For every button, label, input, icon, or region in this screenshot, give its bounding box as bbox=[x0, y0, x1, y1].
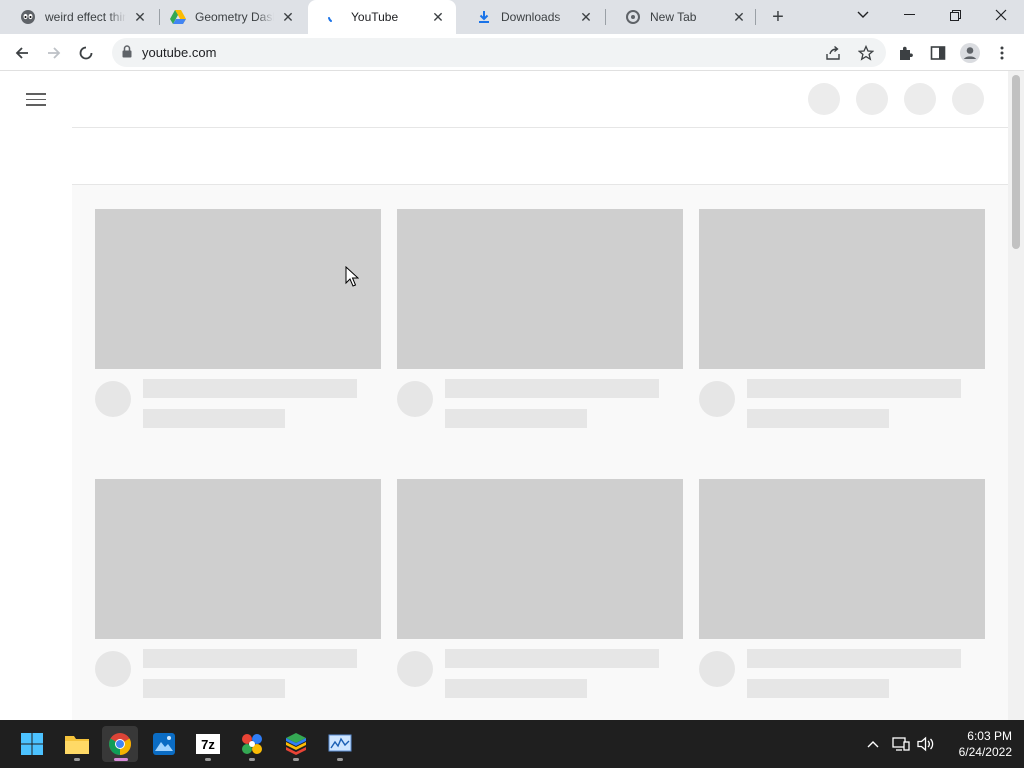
thumbnail-placeholder[interactable] bbox=[699, 209, 985, 369]
thumbnail-placeholder[interactable] bbox=[95, 209, 381, 369]
meta-placeholder bbox=[747, 409, 889, 428]
tab-title: YouTube bbox=[351, 10, 399, 24]
bookmark-star-icon[interactable] bbox=[853, 40, 879, 66]
close-tab-icon[interactable]: ✕ bbox=[731, 9, 747, 25]
close-window-icon[interactable] bbox=[978, 0, 1024, 30]
meta-placeholder bbox=[445, 679, 587, 698]
back-arrow-icon[interactable] bbox=[8, 39, 36, 67]
restore-icon[interactable] bbox=[932, 0, 978, 30]
svg-text:7z: 7z bbox=[201, 737, 215, 752]
thumbnail-placeholder[interactable] bbox=[397, 479, 683, 639]
clock-time: 6:03 PM bbox=[967, 729, 1012, 743]
page-scrollbar[interactable] bbox=[1008, 71, 1024, 720]
tab-new-tab[interactable]: New Tab ✕ bbox=[607, 0, 757, 34]
channel-avatar-placeholder bbox=[397, 651, 433, 687]
tab-geometry-dash[interactable]: Geometry Dash ✕ bbox=[152, 0, 306, 34]
tab-search-chevron-icon[interactable] bbox=[840, 0, 886, 30]
youtube-page bbox=[0, 71, 1024, 720]
thumbnail-placeholder[interactable] bbox=[95, 479, 381, 639]
title-placeholder bbox=[143, 379, 357, 398]
close-tab-icon[interactable]: ✕ bbox=[280, 9, 296, 25]
loading-spinner-icon bbox=[326, 9, 342, 25]
download-icon bbox=[476, 9, 492, 25]
side-panel-icon[interactable] bbox=[924, 39, 952, 67]
minimize-icon[interactable] bbox=[886, 0, 932, 30]
meta-placeholder bbox=[445, 409, 587, 428]
title-placeholder bbox=[445, 649, 659, 668]
windows-taskbar: 7z 6:03 PM 6/24/2022 bbox=[0, 720, 1024, 768]
tab-title: New Tab bbox=[650, 10, 697, 24]
tab-title: Downloads bbox=[501, 10, 561, 24]
photos-icon[interactable] bbox=[146, 726, 182, 762]
title-placeholder bbox=[747, 379, 961, 398]
close-tab-icon[interactable]: ✕ bbox=[430, 9, 446, 25]
show-hidden-icons-chevron-icon[interactable] bbox=[863, 734, 883, 754]
title-placeholder bbox=[445, 379, 659, 398]
close-tab-icon[interactable]: ✕ bbox=[132, 9, 148, 25]
extensions-puzzle-icon[interactable] bbox=[892, 39, 920, 67]
running-indicator bbox=[205, 758, 211, 761]
meta-placeholder bbox=[143, 679, 285, 698]
file-explorer-icon[interactable] bbox=[59, 726, 95, 762]
tab-title: weird effect thin bbox=[45, 10, 126, 24]
google-drive-icon bbox=[170, 9, 186, 25]
chip-bar-placeholder bbox=[72, 127, 1008, 185]
colorful-app-icon[interactable] bbox=[234, 726, 270, 762]
network-icon[interactable] bbox=[891, 734, 911, 754]
channel-avatar-placeholder bbox=[95, 381, 131, 417]
mouse-pointer-icon bbox=[345, 265, 360, 290]
title-placeholder bbox=[143, 649, 357, 668]
tab-youtube[interactable]: YouTube ✕ bbox=[308, 0, 456, 34]
tab-separator bbox=[755, 9, 756, 25]
bluestacks-icon[interactable] bbox=[278, 726, 314, 762]
running-indicator bbox=[114, 758, 128, 761]
guide-menu-hamburger-icon[interactable] bbox=[24, 89, 48, 109]
tab-title: Geometry Dash bbox=[195, 10, 274, 24]
new-tab-icon bbox=[625, 9, 641, 25]
thumbnail-placeholder[interactable] bbox=[397, 209, 683, 369]
meta-placeholder bbox=[747, 679, 889, 698]
system-clock[interactable]: 6:03 PM 6/24/2022 bbox=[940, 728, 1012, 760]
7zip-icon[interactable]: 7z bbox=[190, 726, 226, 762]
tab-downloads[interactable]: Downloads ✕ bbox=[458, 0, 604, 34]
monitor-app-icon[interactable] bbox=[322, 726, 358, 762]
running-indicator bbox=[337, 758, 343, 761]
header-placeholder-circle bbox=[952, 83, 984, 115]
title-placeholder bbox=[747, 649, 961, 668]
address-bar[interactable]: youtube.com bbox=[112, 38, 886, 67]
tab-weird-effect[interactable]: weird effect thin ✕ bbox=[2, 0, 158, 34]
tab-separator bbox=[605, 9, 606, 25]
running-indicator bbox=[249, 758, 255, 761]
alien-face-icon bbox=[20, 9, 36, 25]
lock-icon[interactable] bbox=[122, 45, 132, 61]
channel-avatar-placeholder bbox=[699, 381, 735, 417]
header-placeholder-circle bbox=[808, 83, 840, 115]
url-text[interactable]: youtube.com bbox=[142, 45, 216, 60]
share-icon[interactable] bbox=[820, 40, 846, 66]
channel-avatar-placeholder bbox=[699, 651, 735, 687]
volume-icon[interactable] bbox=[916, 734, 936, 754]
forward-arrow-icon[interactable] bbox=[40, 39, 68, 67]
new-tab-plus-icon[interactable]: + bbox=[766, 5, 790, 29]
thumbnail-placeholder[interactable] bbox=[699, 479, 985, 639]
profile-avatar-icon[interactable] bbox=[956, 39, 984, 67]
channel-avatar-placeholder bbox=[397, 381, 433, 417]
chrome-icon[interactable] bbox=[102, 726, 138, 762]
meta-placeholder bbox=[143, 409, 285, 428]
browser-toolbar: youtube.com bbox=[0, 34, 1024, 71]
close-tab-icon[interactable]: ✕ bbox=[578, 9, 594, 25]
running-indicator bbox=[74, 758, 80, 761]
tab-strip: weird effect thin ✕ Geometry Dash ✕ YouT… bbox=[0, 0, 1024, 34]
stop-loading-icon[interactable] bbox=[72, 39, 100, 67]
header-placeholder-circle bbox=[904, 83, 936, 115]
channel-avatar-placeholder bbox=[95, 651, 131, 687]
chrome-menu-kebab-icon[interactable] bbox=[988, 39, 1016, 67]
header-placeholder-circle bbox=[856, 83, 888, 115]
scrollbar-thumb[interactable] bbox=[1012, 75, 1020, 249]
windows-start-icon[interactable] bbox=[14, 726, 50, 762]
running-indicator bbox=[293, 758, 299, 761]
clock-date: 6/24/2022 bbox=[958, 745, 1012, 759]
